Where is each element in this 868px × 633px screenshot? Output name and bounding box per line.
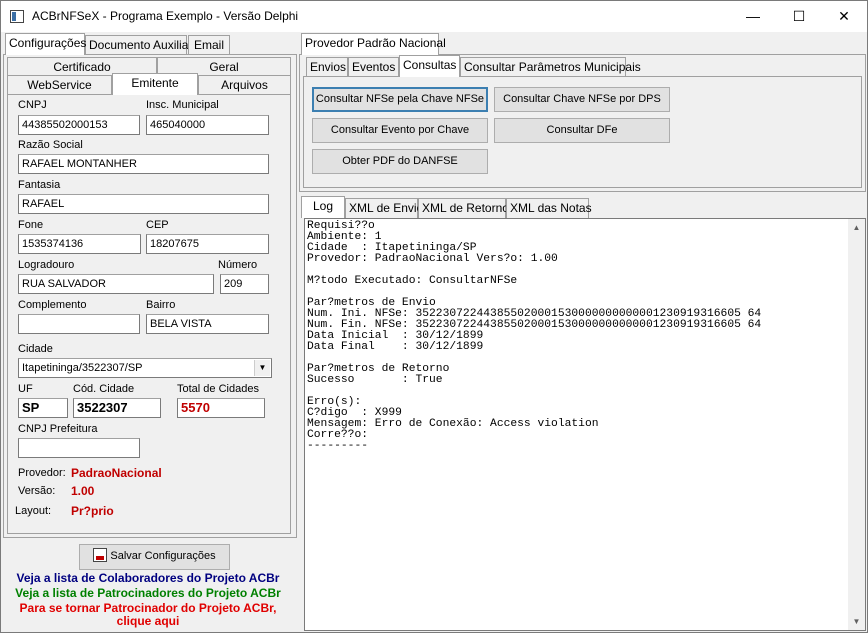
- cod-cidade-field[interactable]: 3522307: [73, 398, 161, 418]
- tab-webservice[interactable]: WebService: [7, 75, 112, 95]
- consultar-chave-dps-button[interactable]: Consultar Chave NFSe por DPS: [494, 87, 670, 112]
- cidade-select[interactable]: Itapetininga/3522307/SP ▼: [18, 358, 272, 378]
- fantasia-field[interactable]: RAFAEL: [18, 194, 269, 214]
- app-window: ACBrNFSeX - Programa Exemplo - Versão De…: [0, 0, 868, 633]
- tab-documento-auxiliar[interactable]: Documento Auxiliar: [85, 35, 192, 55]
- numero-label: Número: [218, 259, 258, 271]
- tab-xml-retorno[interactable]: XML de Retorno: [418, 198, 509, 218]
- clique-aqui-link[interactable]: clique aqui: [2, 614, 294, 628]
- provedor-label: Provedor:: [18, 467, 66, 479]
- provedor-value: PadraoNacional: [71, 466, 162, 480]
- numero-field[interactable]: 209: [220, 274, 269, 294]
- tab-arquivos[interactable]: Arquivos: [198, 75, 291, 95]
- logradouro-label: Logradouro: [18, 259, 75, 271]
- save-config-button[interactable]: Salvar Configurações: [79, 544, 230, 570]
- versao-value: 1.00: [71, 484, 95, 498]
- fone-field[interactable]: 1535374136: [18, 234, 141, 254]
- maximize-button[interactable]: ☐: [776, 1, 822, 32]
- cnpj-prefeitura-field[interactable]: [18, 438, 140, 458]
- scroll-down-icon[interactable]: ▼: [848, 613, 865, 630]
- tab-provedor-padrao-nacional[interactable]: Provedor Padrão Nacional: [301, 33, 446, 55]
- logradouro-field[interactable]: RUA SALVADOR: [18, 274, 214, 294]
- colaboradores-link[interactable]: Veja a lista de Colaboradores do Projeto…: [2, 571, 294, 585]
- tab-xml-notas[interactable]: XML das Notas: [506, 198, 592, 218]
- fone-label: Fone: [18, 219, 44, 231]
- layout-value: Pr?prio: [71, 504, 114, 518]
- window-title: ACBrNFSeX - Programa Exemplo - Versão De…: [32, 9, 299, 23]
- cidade-label: Cidade: [18, 343, 53, 355]
- fantasia-label: Fantasia: [18, 179, 61, 191]
- tab-consultar-parametros[interactable]: Consultar Parâmetros Municipais: [460, 57, 641, 77]
- cod-cidade-label: Cód. Cidade: [73, 383, 135, 395]
- versao-label: Versão:: [18, 485, 56, 497]
- minimize-button[interactable]: —: [730, 1, 776, 32]
- tab-eventos[interactable]: Eventos: [348, 57, 399, 77]
- cnpj-label: CNPJ: [18, 99, 47, 111]
- total-cidades-label: Total de Cidades: [177, 383, 259, 395]
- patrocinadores-link[interactable]: Veja a lista de Patrocinadores do Projet…: [2, 586, 294, 600]
- chevron-down-icon[interactable]: ▼: [254, 360, 270, 376]
- cep-field[interactable]: 18207675: [146, 234, 269, 254]
- layout-label: Layout:: [15, 505, 52, 517]
- save-icon: [93, 548, 108, 562]
- tab-log[interactable]: Log: [301, 196, 345, 218]
- tab-email[interactable]: Email: [188, 35, 230, 55]
- app-icon: [10, 10, 24, 23]
- razao-social-field[interactable]: RAFAEL MONTANHER: [18, 154, 269, 174]
- log-text: Requisi??o Ambiente: 1 Cidade : Itapetin…: [307, 220, 762, 452]
- obter-pdf-button[interactable]: Obter PDF do DANFSE: [312, 149, 488, 174]
- complemento-label: Complemento: [18, 299, 87, 311]
- bairro-field[interactable]: BELA VISTA: [146, 314, 269, 334]
- scroll-up-icon[interactable]: ▲: [848, 219, 865, 236]
- cnpj-prefeitura-label: CNPJ Prefeitura: [18, 423, 98, 435]
- tab-emitente[interactable]: Emitente: [112, 73, 198, 95]
- bairro-label: Bairro: [146, 299, 176, 311]
- cnpj-field[interactable]: 44385502000153: [18, 115, 140, 135]
- tab-configuracoes[interactable]: Configurações: [5, 33, 86, 55]
- complemento-field[interactable]: [18, 314, 140, 334]
- uf-label: UF: [18, 383, 33, 395]
- consultar-dfe-button[interactable]: Consultar DFe: [494, 118, 670, 143]
- save-config-label: Salvar Configurações: [110, 550, 216, 562]
- cep-label: CEP: [146, 219, 169, 231]
- cidade-value: Itapetininga/3522307/SP: [22, 362, 143, 374]
- tab-xml-envio[interactable]: XML de Envio: [345, 198, 423, 218]
- close-button[interactable]: ✕: [821, 1, 867, 32]
- uf-field[interactable]: SP: [18, 398, 68, 418]
- tab-consultas[interactable]: Consultas: [399, 55, 460, 77]
- tab-envios[interactable]: Envios: [306, 57, 348, 77]
- insc-municipal-field[interactable]: 465040000: [146, 115, 269, 135]
- razao-social-label: Razão Social: [18, 139, 83, 151]
- consultar-evento-button[interactable]: Consultar Evento por Chave: [312, 118, 488, 143]
- total-cidades-field[interactable]: 5570: [177, 398, 265, 418]
- tornar-patrocinador-link[interactable]: Para se tornar Patrocinador do Projeto A…: [2, 601, 294, 615]
- consultar-nfse-chave-button[interactable]: Consultar NFSe pela Chave NFSe: [312, 87, 488, 112]
- log-scrollbar[interactable]: ▲ ▼: [848, 219, 865, 630]
- insc-municipal-label: Insc. Municipal: [146, 99, 219, 111]
- title-bar: ACBrNFSeX - Programa Exemplo - Versão De…: [1, 1, 867, 32]
- log-memo[interactable]: Requisi??o Ambiente: 1 Cidade : Itapetin…: [304, 218, 866, 631]
